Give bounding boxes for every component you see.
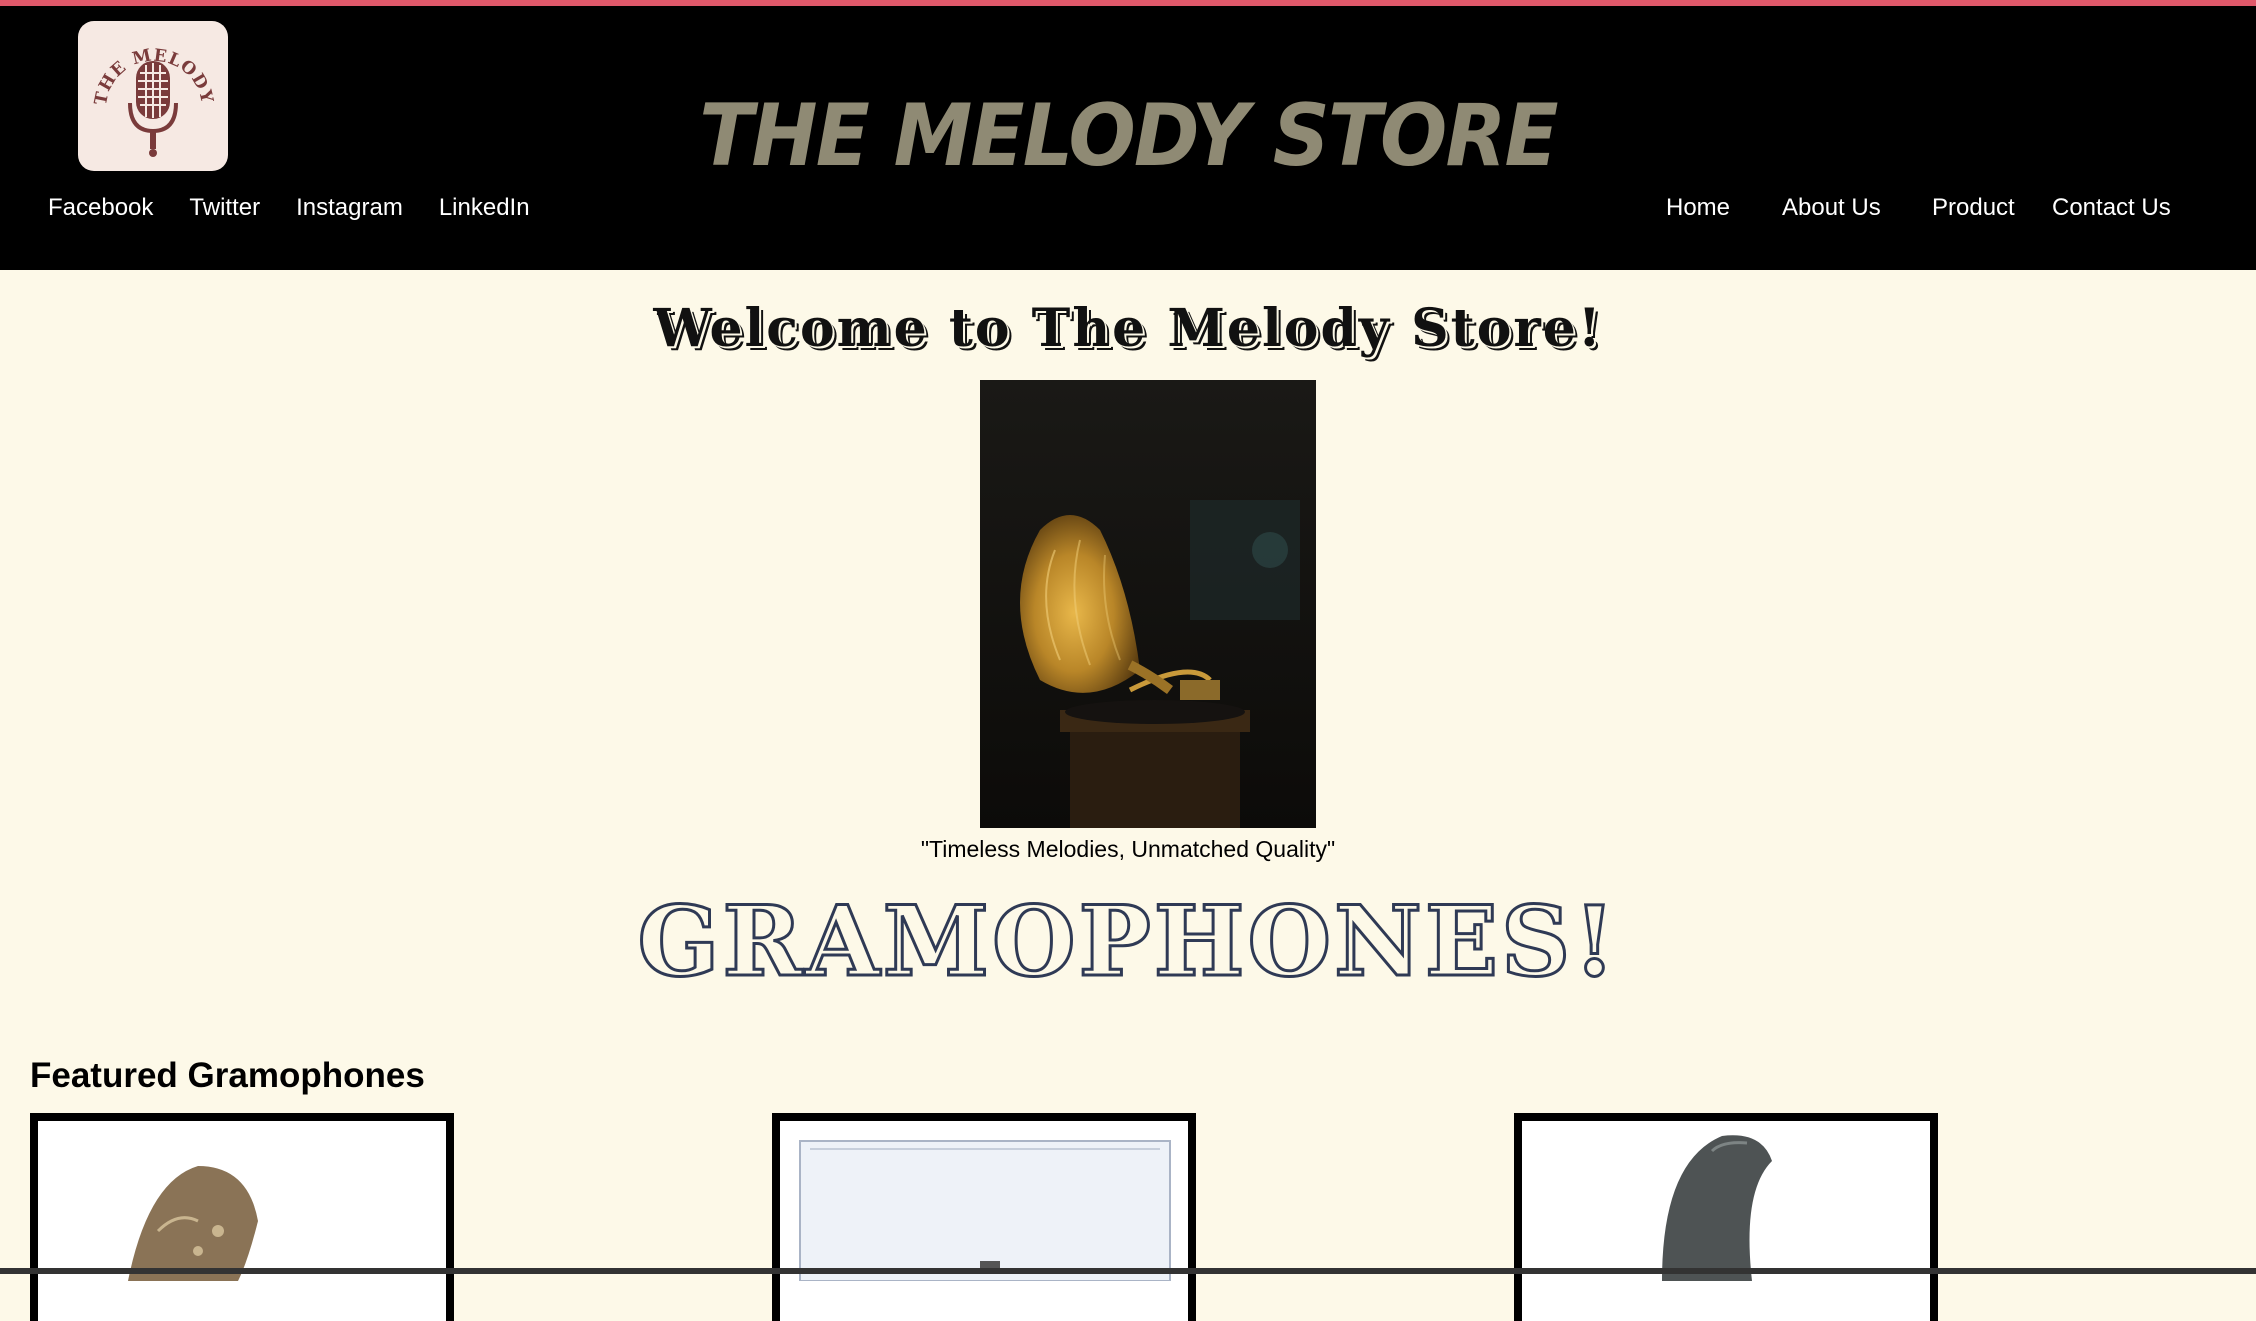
featured-heading: Featured Gramophones (30, 1056, 425, 1095)
nav-about-us[interactable]: About Us (1782, 194, 1881, 222)
instagram-link[interactable]: Instagram (296, 194, 403, 222)
product-image-brass-gramophone (38, 1121, 446, 1281)
linkedin-link[interactable]: LinkedIn (439, 194, 530, 222)
section-title-gramophones: GRAMOPHONES! (636, 884, 1619, 1000)
product-image-dark-horn-gramophone (1522, 1121, 1930, 1281)
nav-home[interactable]: Home (1666, 194, 1730, 222)
welcome-heading: Welcome to The Melody Store! (653, 298, 1603, 359)
facebook-link[interactable]: Facebook (48, 194, 153, 222)
twitter-link[interactable]: Twitter (189, 194, 260, 222)
featured-card-1[interactable] (30, 1113, 454, 1321)
featured-card-2[interactable] (772, 1113, 1196, 1321)
site-header: THE MELODY STORE THE MELODY STORE Facebo… (0, 6, 2256, 270)
featured-card-3[interactable] (1514, 1113, 1938, 1321)
hero-gramophone-image (980, 380, 1316, 828)
site-title: THE MELODY STORE (699, 86, 1558, 186)
nav-contact-us[interactable]: Contact Us (2052, 194, 2171, 222)
hero-caption: "Timeless Melodies, Unmatched Quality" (920, 836, 1336, 862)
bottom-edge (0, 1268, 2256, 1274)
social-links: Facebook Twitter Instagram LinkedIn (36, 194, 542, 222)
product-image-glass-case-turntable (780, 1121, 1188, 1281)
nav-product[interactable]: Product (1932, 194, 2015, 222)
